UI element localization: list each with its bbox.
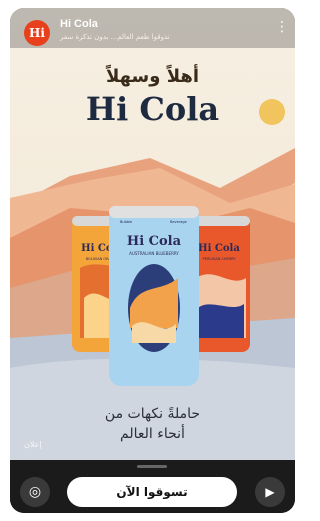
- ad-label: إعلان: [24, 440, 42, 449]
- tagline-line-1: حاملةً نكهات من: [104, 406, 201, 422]
- more-vertical-icon[interactable]: ⋮: [275, 20, 289, 36]
- can-right-brand: Hi Cola: [198, 243, 240, 254]
- can-center-flavor: AUSTRALIAN BLUEBERRY: [129, 251, 179, 256]
- drag-handle[interactable]: [137, 465, 167, 468]
- camera-icon[interactable]: ◎: [20, 477, 50, 507]
- hero-title: Hi Cola: [85, 90, 220, 128]
- can-right-flavor: PERUVIAN CHERRY: [203, 257, 237, 261]
- brand-logo[interactable]: Hi: [24, 20, 50, 46]
- can-center-top-right: Beverage: [170, 220, 187, 224]
- tagline: حاملةً نكهات من أنحاء العالم: [10, 404, 295, 444]
- greeting-text: أهلاً وسهلاً: [105, 66, 200, 87]
- tagline-line-2: أنحاء العالم: [120, 426, 185, 442]
- shop-now-button[interactable]: تسوقوا الآن: [67, 477, 237, 507]
- can-center-top-left: Bubble: [120, 220, 132, 224]
- brand-name[interactable]: Hi Cola: [60, 18, 98, 30]
- action-bar: ◎ تسوقوا الآن ▶: [10, 460, 295, 513]
- brand-subtitle: تذوقوا طعم العالم... بدون تذكرة سفر: [60, 33, 170, 41]
- can-center-brand: Hi Cola: [127, 234, 182, 249]
- story-header: Hi Hi Cola تذوقوا طعم العالم... بدون تذك…: [10, 8, 295, 48]
- can-center: Bubble Beverage Hi Cola AUSTRALIAN BLUEB…: [109, 206, 199, 386]
- story-ad-frame: Hi Cola BOLIVIAN ORANGE Hi Cola PERUVIAN…: [10, 8, 295, 513]
- send-icon[interactable]: ▶: [255, 477, 285, 507]
